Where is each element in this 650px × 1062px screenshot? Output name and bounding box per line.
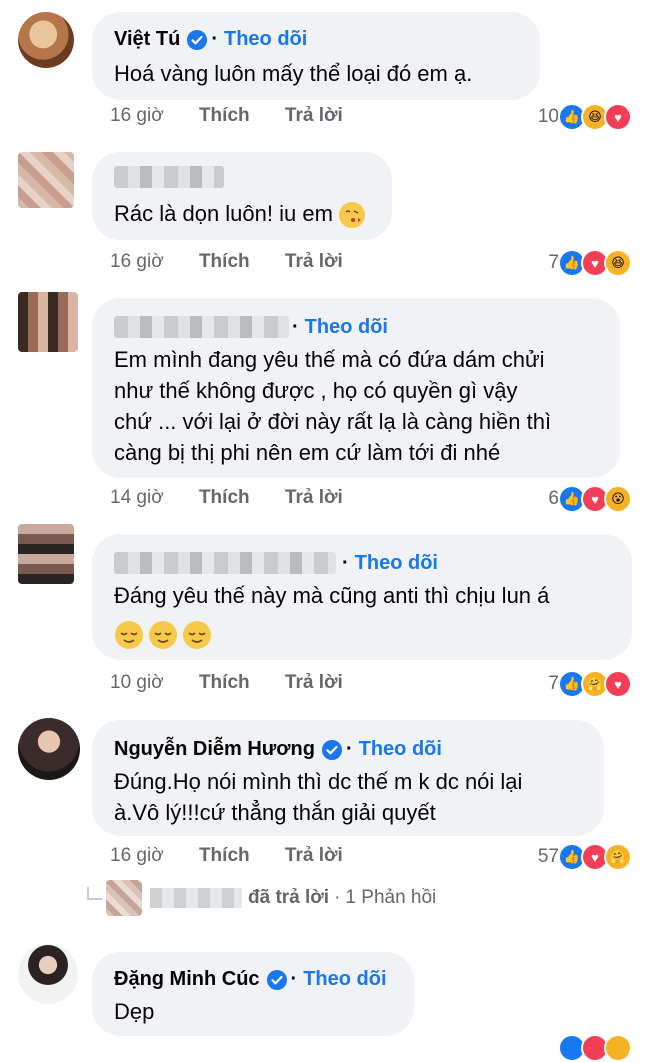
wow-reaction-icon: 😮	[604, 485, 632, 513]
relieved-emoji-icon	[115, 621, 143, 649]
comment-time[interactable]: 16 giờ	[110, 251, 164, 272]
separator-dot: ·	[345, 738, 353, 760]
avatar[interactable]	[18, 12, 74, 68]
verified-badge-icon	[187, 29, 208, 50]
reaction-count: 10	[537, 106, 559, 127]
follow-button[interactable]: Theo dõi	[224, 28, 307, 51]
reply-button[interactable]: Trả lời	[285, 487, 343, 508]
separator-dot: ·	[290, 968, 298, 990]
like-button[interactable]: Thích	[199, 105, 250, 126]
reply-button[interactable]: Trả lời	[285, 105, 343, 126]
comment-text-line: Đúng.Họ nói mình thì dc thế m k dc nói l…	[114, 769, 523, 794]
reaction-summary[interactable]: 7 👍 ♥ 😆	[548, 249, 632, 277]
follow-button[interactable]: Theo dõi	[359, 738, 442, 761]
separator-dot: ·	[334, 887, 341, 908]
comment-bubble: Việt Tú · Theo dõi Hoá vàng luôn mấy thể…	[92, 12, 540, 100]
comment-actions: 10 giờ Thích Trả lời	[110, 672, 373, 694]
comment-text: Hoá vàng luôn mấy thể loại đó em ạ.	[114, 61, 473, 86]
comment-time[interactable]: 16 giờ	[110, 105, 164, 126]
comment-text-line: chứ ... với lại ở đời này rất lạ là càng…	[114, 409, 552, 434]
relieved-emoji-icon	[183, 621, 211, 649]
separator-dot: ·	[342, 552, 349, 574]
comment-time[interactable]: 14 giờ	[110, 487, 164, 508]
like-button[interactable]: Thích	[199, 845, 250, 866]
love-reaction-icon: ♥	[604, 103, 632, 131]
comment-bubble: Nguyễn Diễm Hương · Theo dõi Đúng.Họ nói…	[92, 720, 604, 836]
reply-count: 1 Phản hồi	[345, 887, 437, 908]
commenter-name[interactable]: Nguyễn Diễm Hương	[114, 738, 315, 761]
view-replies-link[interactable]: đã trả lời · 1 Phản hồi	[86, 880, 436, 916]
comment-bubble: · Theo dõi Đáng yêu thế này mà cũng anti…	[92, 534, 632, 660]
comment-text-line: Em mình đang yêu thế mà có đứa dám chửi	[114, 347, 545, 372]
reaction-summary[interactable]	[558, 1034, 632, 1062]
comment-bubble: Đặng Minh Cúc · Theo dõi Dẹp	[92, 952, 414, 1036]
care-reaction-icon: 🤗	[604, 843, 632, 871]
reply-button[interactable]: Trả lời	[285, 845, 343, 866]
comment-text-line: như thế không được , họ có quyền gì vậy	[114, 378, 518, 403]
comment-text: Dẹp	[114, 999, 155, 1024]
comment-actions: 16 giờ Thích Trả lời	[110, 845, 373, 867]
avatar[interactable]	[18, 292, 78, 352]
separator-dot: ·	[292, 316, 299, 338]
comment-bubble: · Theo dõi Em mình đang yêu thế mà có đứ…	[92, 298, 620, 478]
replied-label: đã trả lời	[248, 887, 330, 908]
avatar[interactable]	[18, 718, 80, 780]
commenter-name[interactable]: Đặng Minh Cúc	[114, 968, 260, 991]
comment-text: Rác là dọn luôn! iu em	[114, 198, 369, 230]
follow-button[interactable]: Theo dõi	[305, 316, 388, 339]
avatar[interactable]	[18, 944, 78, 1004]
commenter-name-blurred[interactable]	[114, 316, 289, 338]
separator-dot: ·	[211, 28, 218, 50]
replier-name-blurred	[150, 888, 242, 908]
reply-button[interactable]: Trả lời	[285, 251, 343, 272]
haha-reaction-icon	[604, 1034, 632, 1062]
comment-actions: 14 giờ Thích Trả lời	[110, 487, 373, 509]
follow-button[interactable]: Theo dõi	[303, 968, 386, 991]
verified-badge-icon	[266, 969, 287, 990]
emoji-row	[114, 620, 212, 650]
comment-text-line: Đáng yêu thế này mà cũng anti thì chịu l…	[114, 583, 550, 608]
reaction-count: 57	[537, 846, 559, 867]
avatar[interactable]	[18, 524, 74, 584]
commenter-name[interactable]: Việt Tú	[114, 28, 180, 51]
comment-text-line: à.Vô lý!!!cứ thẳng thắn giải quyết	[114, 800, 436, 825]
relieved-emoji-icon	[149, 621, 177, 649]
follow-button[interactable]: Theo dõi	[355, 552, 438, 575]
comment-actions: 16 giờ Thích Trả lời	[110, 251, 373, 273]
haha-reaction-icon: 😆	[604, 249, 632, 277]
love-reaction-icon: ♥	[604, 670, 632, 698]
comment-actions: 16 giờ Thích Trả lời	[110, 105, 373, 127]
commenter-name-blurred[interactable]	[114, 166, 224, 188]
comment-bubble: Rác là dọn luôn! iu em	[92, 152, 392, 240]
reaction-summary[interactable]: 10 👍 😆 ♥	[538, 103, 632, 131]
reaction-summary[interactable]: 6 👍 ♥ 😮	[548, 485, 632, 513]
like-button[interactable]: Thích	[199, 487, 250, 508]
comment-time[interactable]: 10 giờ	[110, 672, 164, 693]
comment-text-line: càng bị thị phi nên em cứ làm tới đi nhé	[114, 440, 501, 465]
reply-arrow-icon	[87, 887, 102, 900]
avatar[interactable]	[18, 152, 74, 208]
reaction-summary[interactable]: 7 👍 🤗 ♥	[548, 670, 632, 698]
kiss-emoji-icon	[339, 202, 366, 229]
comment-time[interactable]: 16 giờ	[110, 845, 164, 866]
verified-badge-icon	[321, 739, 342, 760]
commenter-name-blurred[interactable]	[114, 552, 336, 574]
reaction-summary[interactable]: 57 👍 ♥ 🤗	[538, 843, 632, 871]
comment-text-content: Rác là dọn luôn! iu em	[114, 201, 333, 226]
replier-avatar	[106, 880, 142, 916]
reply-button[interactable]: Trả lời	[285, 672, 343, 693]
like-button[interactable]: Thích	[199, 251, 250, 272]
like-button[interactable]: Thích	[199, 672, 250, 693]
